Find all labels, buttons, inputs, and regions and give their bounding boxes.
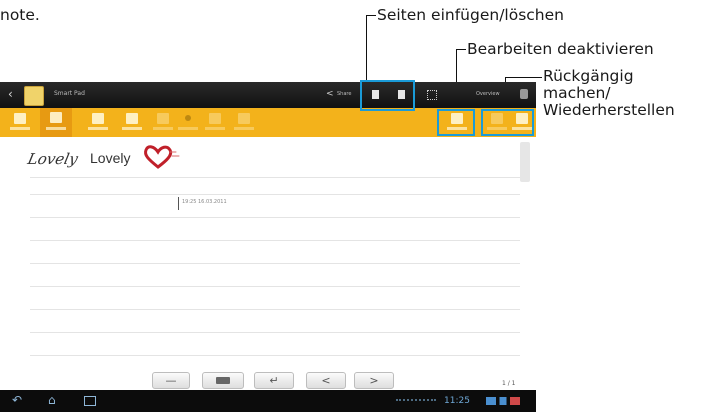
- ruled-line: [30, 263, 520, 264]
- insert-tool-icon[interactable]: [122, 111, 142, 135]
- page-indicator: 1 / 1: [502, 380, 516, 387]
- highlight-insert-delete-pages: [360, 80, 415, 111]
- callout-undo-redo-1: Rückgängig: [543, 67, 634, 85]
- ruled-line: [30, 286, 520, 287]
- vertical-scrollbar[interactable]: [520, 142, 530, 182]
- wifi-battery-icons: [486, 397, 520, 405]
- highlight-disable-editing: [437, 109, 475, 136]
- ruled-line: [30, 309, 520, 310]
- app-logo-icon: [24, 86, 44, 106]
- grid-view-icon[interactable]: [427, 90, 437, 100]
- next-page-button[interactable]: >: [354, 372, 394, 389]
- typed-lovely: Lovely: [90, 150, 131, 166]
- status-icons: [396, 399, 436, 407]
- text-cursor: [178, 197, 179, 210]
- heart-drawing: [142, 143, 182, 169]
- brush-tool-icon[interactable]: [153, 111, 173, 135]
- ruled-line: [30, 194, 520, 195]
- eraser-tool-icon[interactable]: [205, 111, 225, 135]
- enter-button[interactable]: ↵: [254, 372, 294, 389]
- highlight-undo-redo: [481, 109, 534, 136]
- callout-insert-delete-pages: Seiten einfügen/löschen: [377, 6, 564, 24]
- leader-line-disable-h: [456, 49, 466, 50]
- ruled-line: [30, 177, 520, 178]
- system-nav-bar: ↶ ⌂ 11:25: [0, 390, 536, 412]
- select-tool-icon[interactable]: [234, 111, 254, 135]
- ruled-line: [30, 355, 520, 356]
- recent-apps-icon[interactable]: [84, 396, 96, 406]
- back-icon[interactable]: ↶: [12, 393, 22, 407]
- app-title: Smart Pad: [54, 90, 85, 97]
- back-arrow-icon[interactable]: ‹: [8, 88, 16, 100]
- ruled-line: [30, 332, 520, 333]
- note-page[interactable]: Lovely Lovely 19:25 16.03.2011: [0, 137, 536, 382]
- backspace-button[interactable]: [202, 372, 244, 389]
- typing-tool-icon[interactable]: [88, 111, 108, 135]
- ruled-line: [30, 217, 520, 218]
- callout-undo-redo-2: machen/: [543, 84, 611, 102]
- backspace-icon: [216, 377, 230, 384]
- share-icon[interactable]: <: [326, 89, 334, 99]
- read-mode-tool-icon[interactable]: [10, 111, 30, 135]
- settings-icon[interactable]: [520, 89, 528, 99]
- callout-disable-editing: Bearbeiten deaktivieren: [467, 40, 654, 58]
- ruled-line: [30, 240, 520, 241]
- handwriting-tool-icon[interactable]: [40, 108, 72, 137]
- app-top-bar: ‹ Smart Pad < Share Overview: [0, 82, 536, 108]
- leader-line-insert-h: [366, 15, 376, 16]
- share-label[interactable]: Share: [337, 91, 351, 97]
- timestamp-text: 19:25 16.03.2011: [182, 199, 227, 205]
- color-tool-icon[interactable]: [178, 111, 198, 135]
- system-clock: 11:25: [444, 396, 470, 406]
- leader-line-insert-v: [366, 15, 367, 80]
- leader-line-undo-h: [505, 77, 542, 78]
- home-icon[interactable]: ⌂: [48, 393, 56, 407]
- overview-menu-label[interactable]: Overview: [476, 91, 500, 97]
- handwritten-lovely: Lovely: [26, 150, 80, 168]
- doc-text-fragment: note.: [0, 6, 40, 24]
- prev-page-button[interactable]: <: [306, 372, 346, 389]
- callout-undo-redo-3: Wiederherstellen: [543, 101, 675, 119]
- space-button[interactable]: —: [152, 372, 190, 389]
